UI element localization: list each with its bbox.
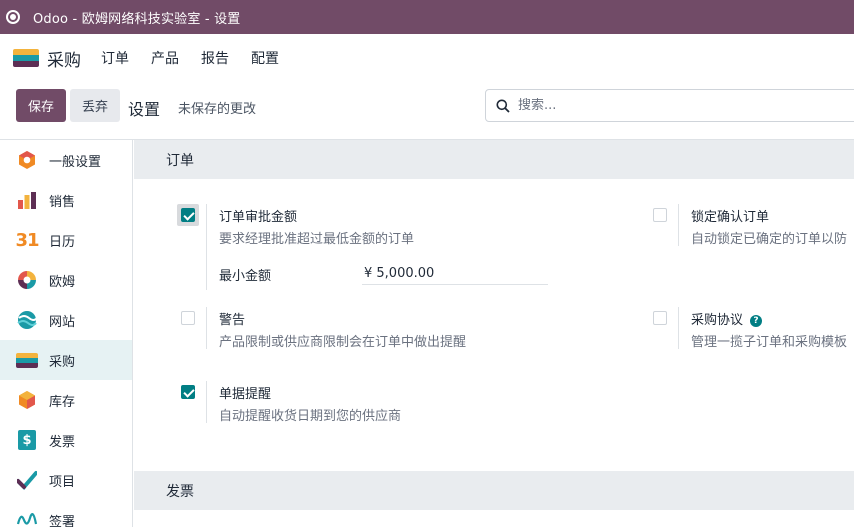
lock-confirmed-orders-description: 自动锁定已确定的订单以防: [691, 232, 848, 247]
sidebar-item-purchase[interactable]: 采购: [0, 340, 132, 380]
sidebar-item-label: 项目: [49, 474, 76, 490]
sidebar-item-website[interactable]: 网站: [0, 300, 132, 340]
menu-reports[interactable]: 报告: [201, 48, 229, 68]
general-settings-icon: [16, 149, 38, 171]
menu-configuration[interactable]: 配置: [251, 48, 279, 68]
purchase-agreements-title-text: 采购协议: [691, 313, 744, 328]
lock-confirmed-orders-title: 锁定确认订单: [691, 210, 770, 225]
settings-content: 订单 订单审批金额 要求经理批准超过最低金额的订单 最小金额 锁定确认订单 自动…: [134, 140, 854, 527]
sidebar-item-ohm[interactable]: 欧姆: [0, 260, 132, 300]
sidebar-item-project[interactable]: 项目: [0, 460, 132, 500]
purchase-agreements-title: 采购协议?: [691, 309, 763, 328]
warnings-description: 产品限制或供应商限制会在订单中做出提醒: [219, 335, 467, 350]
sidebar-item-label: 库存: [49, 394, 76, 410]
settings-sidebar: 一般设置 销售 31 日历 欧姆 网站 采购 库存 $ 发票 项目 签署: [0, 140, 133, 527]
inventory-icon: [16, 389, 38, 411]
sidebar-item-label: 欧姆: [49, 274, 76, 290]
setting-divider: [206, 204, 207, 290]
receipt-reminder-checkbox[interactable]: [181, 385, 195, 399]
website-icon: [16, 309, 38, 331]
menu-orders[interactable]: 订单: [101, 48, 129, 68]
calendar-glyph: 31: [15, 229, 39, 251]
receipt-reminder-description: 自动提醒收货日期到您的供应商: [219, 409, 402, 424]
warnings-checkbox[interactable]: [181, 311, 195, 325]
setting-divider: [206, 381, 207, 423]
search-icon: [496, 99, 510, 113]
sidebar-item-sales[interactable]: 销售: [0, 180, 132, 220]
odoo-app-icon: [6, 10, 20, 24]
sidebar-item-label: 签署: [49, 514, 76, 527]
sign-icon: [16, 509, 38, 527]
sidebar-item-label: 一般设置: [49, 154, 102, 170]
purchase-agreements-description: 管理一揽子订单和采购模板: [691, 335, 848, 350]
warnings-title: 警告: [219, 313, 246, 328]
unsaved-changes-indicator: 未保存的更改: [178, 102, 257, 117]
main-menu: 订单 产品 报告 配置: [101, 48, 301, 68]
help-icon[interactable]: ?: [750, 315, 763, 327]
sidebar-item-label: 销售: [49, 194, 76, 210]
window-title: Odoo - 欧姆网络科技实验室 - 设置: [33, 11, 241, 27]
receipt-reminder-title: 单据提醒: [219, 387, 272, 402]
sidebar-item-label: 网站: [49, 314, 76, 330]
search-input[interactable]: [518, 98, 818, 113]
sidebar-item-label: 日历: [49, 234, 76, 250]
save-button[interactable]: 保存: [16, 89, 66, 122]
minimum-amount-label: 最小金额: [219, 269, 272, 284]
order-approval-title: 订单审批金额: [219, 210, 298, 225]
search-box[interactable]: [485, 89, 854, 122]
invoicing-icon: $: [16, 429, 38, 451]
page-title: 设置: [128, 100, 161, 119]
sidebar-item-general-settings[interactable]: 一般设置: [0, 140, 132, 180]
purchase-icon: [16, 349, 38, 371]
section-header-invoices: 发票: [134, 471, 854, 510]
sidebar-item-invoicing[interactable]: $ 发票: [0, 420, 132, 460]
sidebar-item-label: 发票: [49, 434, 76, 450]
setting-divider: [678, 307, 679, 349]
minimum-amount-input[interactable]: [362, 263, 548, 285]
calendar-icon: 31: [15, 229, 39, 251]
sidebar-item-calendar[interactable]: 31 日历: [0, 220, 132, 260]
top-navbar: 采购 订单 产品 报告 配置: [0, 34, 854, 82]
ohm-icon: [16, 269, 38, 291]
discard-button[interactable]: 丢弃: [70, 89, 120, 122]
app-name[interactable]: 采购: [47, 46, 81, 71]
sales-icon: [16, 189, 38, 211]
sidebar-item-label: 采购: [49, 354, 76, 370]
section-header-orders: 订单: [134, 140, 854, 179]
setting-divider: [206, 307, 207, 349]
project-icon: [16, 469, 38, 491]
sidebar-item-inventory[interactable]: 库存: [0, 380, 132, 420]
invoicing-glyph: $: [18, 430, 36, 450]
setting-divider: [678, 204, 679, 246]
menu-products[interactable]: 产品: [151, 48, 179, 68]
control-panel: 保存 丢弃 设置 未保存的更改: [0, 82, 854, 140]
purchase-app-icon[interactable]: [13, 49, 39, 67]
order-approval-description: 要求经理批准超过最低金额的订单: [219, 232, 415, 247]
sidebar-item-sign[interactable]: 签署: [0, 500, 132, 527]
lock-confirmed-orders-checkbox[interactable]: [653, 208, 667, 222]
window-titlebar: Odoo - 欧姆网络科技实验室 - 设置: [0, 0, 854, 34]
order-approval-checkbox[interactable]: [181, 208, 195, 222]
purchase-agreements-checkbox[interactable]: [653, 311, 667, 325]
